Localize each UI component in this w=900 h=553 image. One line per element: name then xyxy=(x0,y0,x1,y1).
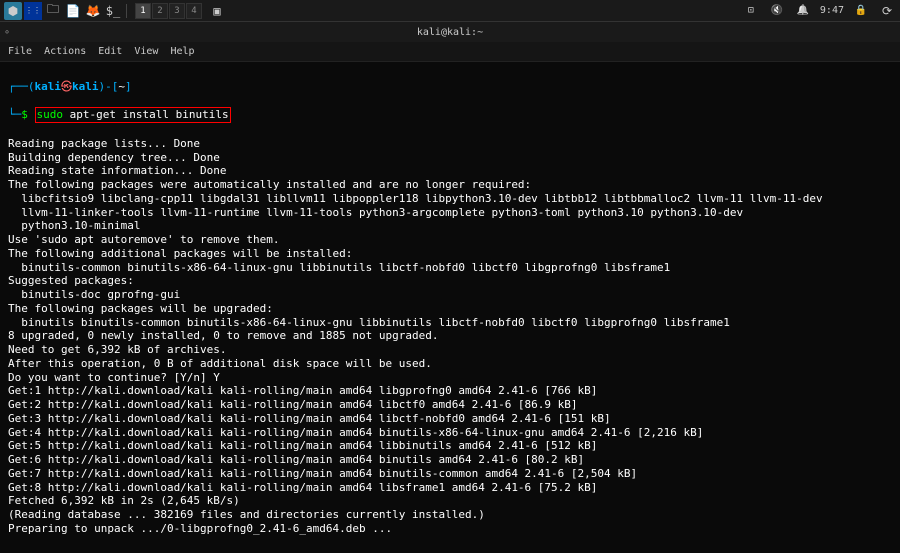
output-line: 8 upgraded, 0 newly installed, 0 to remo… xyxy=(8,329,892,343)
output-line: Get:8 http://kali.download/kali kali-rol… xyxy=(8,481,892,495)
usb-icon[interactable] xyxy=(742,2,760,20)
cmd-sudo: sudo xyxy=(37,108,64,121)
terminal-menubar: File Actions Edit View Help xyxy=(0,42,900,62)
output-line: Get:2 http://kali.download/kali kali-rol… xyxy=(8,398,892,412)
prompt-user: kali xyxy=(35,80,62,93)
output-line: Get:4 http://kali.download/kali kali-rol… xyxy=(8,426,892,440)
output-line: Do you want to continue? [Y/n] Y xyxy=(8,371,892,385)
workspace-4[interactable]: 4 xyxy=(186,3,202,19)
terminal-body[interactable]: ┌──(kali㉿kali)-[~] └─$ sudo apt-get inst… xyxy=(0,62,900,553)
menu-help[interactable]: Help xyxy=(170,46,194,57)
prompt-end: ] xyxy=(125,80,132,93)
prompt-line-2: └─$ sudo apt-get install binutils xyxy=(8,107,892,123)
output-line: Get:7 http://kali.download/kali kali-rol… xyxy=(8,467,892,481)
output-line: python3.10-minimal xyxy=(8,219,892,233)
workspace-1[interactable]: 1 xyxy=(135,3,151,19)
prompt-at: ㉿ xyxy=(61,80,72,93)
window-titlebar: ∘ kali@kali:~ xyxy=(0,22,900,42)
output-line: Preparing to unpack .../0-libgprofng0_2.… xyxy=(8,522,892,536)
window-title: kali@kali:~ xyxy=(417,27,483,38)
menu-view[interactable]: View xyxy=(134,46,158,57)
terminal-taskbar-icon[interactable]: ▣ xyxy=(208,2,226,20)
prompt-path: ~ xyxy=(118,80,125,93)
separator xyxy=(126,4,127,18)
output-line: (Reading database ... 382169 files and d… xyxy=(8,508,892,522)
output-line: Get:5 http://kali.download/kali kali-rol… xyxy=(8,439,892,453)
files-icon[interactable]: 🗀 xyxy=(44,2,62,20)
power-icon[interactable] xyxy=(878,2,896,20)
output-line: llvm-11-linker-tools llvm-11-runtime llv… xyxy=(8,206,892,220)
output-line: libcfitsio9 libclang-cpp11 libgdal31 lib… xyxy=(8,192,892,206)
menu-edit[interactable]: Edit xyxy=(98,46,122,57)
lock-icon[interactable] xyxy=(852,2,870,20)
text-editor-icon[interactable]: 📄 xyxy=(64,2,82,20)
prompt-line-1: ┌──(kali㉿kali)-[~] xyxy=(8,80,892,94)
terminal-output: Reading package lists... DoneBuilding de… xyxy=(8,137,892,536)
menu-actions[interactable]: Actions xyxy=(44,46,86,57)
app-icon[interactable]: ⋮⋮ xyxy=(24,2,42,20)
notifications-icon[interactable] xyxy=(794,2,812,20)
taskbar-left: ⬢ ⋮⋮ 🗀 📄 🦊 $_ 1 2 3 4 ▣ xyxy=(4,2,226,20)
output-line: binutils-doc gprofng-gui xyxy=(8,288,892,302)
workspace-2[interactable]: 2 xyxy=(152,3,168,19)
window-controls: ∘ xyxy=(4,27,10,38)
workspace-3[interactable]: 3 xyxy=(169,3,185,19)
prompt-dollar: $ xyxy=(21,108,28,121)
kali-menu-icon[interactable]: ⬢ xyxy=(4,2,22,20)
output-line: Building dependency tree... Done xyxy=(8,151,892,165)
output-line: Reading state information... Done xyxy=(8,164,892,178)
output-line: binutils-common binutils-x86-64-linux-gn… xyxy=(8,261,892,275)
output-line: Get:3 http://kali.download/kali kali-rol… xyxy=(8,412,892,426)
prompt-host: kali xyxy=(72,80,99,93)
output-line: The following packages were automaticall… xyxy=(8,178,892,192)
output-line: After this operation, 0 B of additional … xyxy=(8,357,892,371)
taskbar-right: 9:47 xyxy=(742,2,896,20)
taskbar: ⬢ ⋮⋮ 🗀 📄 🦊 $_ 1 2 3 4 ▣ 9:47 xyxy=(0,0,900,22)
menu-dot-icon[interactable]: ∘ xyxy=(4,27,10,38)
prompt-line2-decorator: └─ xyxy=(8,108,21,121)
command-highlight-box: sudo apt-get install binutils xyxy=(35,107,231,123)
prompt-close: )-[ xyxy=(99,80,119,93)
output-line: Need to get 6,392 kB of archives. xyxy=(8,343,892,357)
output-line: Reading package lists... Done xyxy=(8,137,892,151)
output-line: Suggested packages: xyxy=(8,274,892,288)
prompt-decorator: ┌──( xyxy=(8,80,35,93)
output-line: Use 'sudo apt autoremove' to remove them… xyxy=(8,233,892,247)
cmd-rest: apt-get install binutils xyxy=(63,108,229,121)
clock[interactable]: 9:47 xyxy=(820,5,844,16)
output-line: The following additional packages will b… xyxy=(8,247,892,261)
menu-file[interactable]: File xyxy=(8,46,32,57)
output-line: Get:1 http://kali.download/kali kali-rol… xyxy=(8,384,892,398)
sound-icon[interactable] xyxy=(768,2,786,20)
firefox-icon[interactable]: 🦊 xyxy=(84,2,102,20)
output-line: The following packages will be upgraded: xyxy=(8,302,892,316)
terminal-launcher-icon[interactable]: $_ xyxy=(104,2,122,20)
workspace-switcher: 1 2 3 4 xyxy=(135,3,202,19)
output-line: Get:6 http://kali.download/kali kali-rol… xyxy=(8,453,892,467)
output-line: binutils binutils-common binutils-x86-64… xyxy=(8,316,892,330)
